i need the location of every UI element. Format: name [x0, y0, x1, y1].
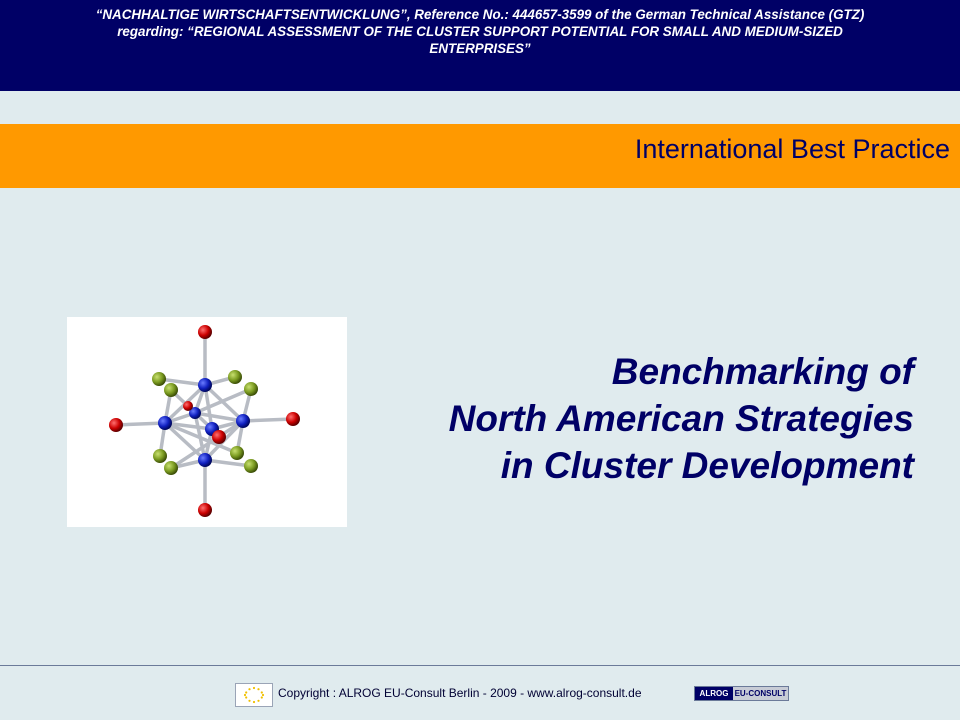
- alrog-logo-part-1: ALROG: [695, 687, 733, 700]
- footer-divider: [0, 665, 960, 666]
- section-banner: International Best Practice: [0, 124, 960, 188]
- molecule-cluster-image: [67, 317, 347, 527]
- molecule-svg: [109, 325, 300, 517]
- main-title-line-2: North American Strategies: [448, 398, 914, 439]
- main-title-line-3: in Cluster Development: [500, 445, 914, 486]
- alrog-logo-part-2: EU-CONSULT: [733, 687, 788, 700]
- eu-flag-icon: [235, 683, 273, 707]
- copyright-text: Copyright : ALROG EU-Consult Berlin - 20…: [278, 686, 642, 700]
- main-title: Benchmarking of North American Strategie…: [449, 348, 914, 489]
- slide: “NACHHALTIGE WIRTSCHAFTSENTWICKLUNG”, Re…: [0, 0, 960, 720]
- main-title-line-1: Benchmarking of: [611, 351, 914, 392]
- section-title: International Best Practice: [634, 134, 950, 164]
- header-line-1: “NACHHALTIGE WIRTSCHAFTSENTWICKLUNG”, Re…: [95, 7, 865, 22]
- header-banner: “NACHHALTIGE WIRTSCHAFTSENTWICKLUNG”, Re…: [0, 0, 960, 91]
- alrog-logo: ALROG EU-CONSULT: [694, 686, 789, 701]
- header-line-2: regarding: “REGIONAL ASSESSMENT OF THE C…: [117, 24, 843, 39]
- header-line-3: ENTERPRISES”: [429, 41, 531, 56]
